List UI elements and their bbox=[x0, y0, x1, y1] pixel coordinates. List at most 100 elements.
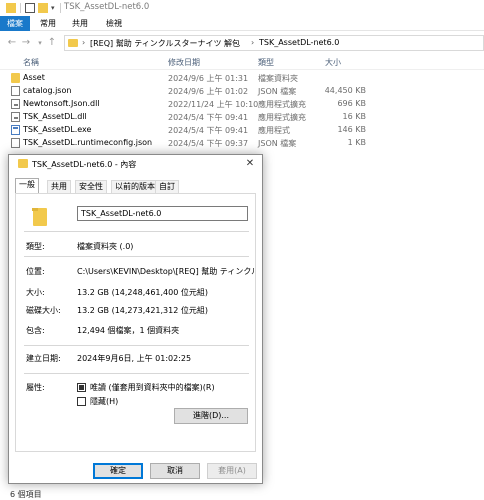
column-header-name[interactable]: 名稱 bbox=[23, 57, 39, 68]
size-value: 13.2 GB (14,248,461,400 位元組) bbox=[77, 288, 208, 297]
file-date: 2022/11/24 上午 10:10 bbox=[168, 100, 259, 109]
file-row[interactable]: TSK_AssetDL.dll 2024/5/4 下午 09:41 應用程式擴充… bbox=[0, 111, 484, 123]
address-bar[interactable]: › [REQ] 幫助 ティンクルスターナイツ 解包 › TSK_AssetDL-… bbox=[64, 35, 484, 51]
folder-icon bbox=[11, 73, 20, 83]
file-type: JSON 檔案 bbox=[258, 139, 297, 148]
forward-arrow-icon[interactable]: → bbox=[20, 37, 32, 49]
dialog-titlebar[interactable]: TSK_AssetDL-net6.0 - 內容 ✕ bbox=[9, 155, 262, 173]
recent-locations-icon[interactable]: ▾ bbox=[34, 37, 46, 49]
contains-label: 包含: bbox=[26, 326, 45, 335]
breadcrumb-current[interactable]: TSK_AssetDL-net6.0 bbox=[259, 38, 339, 47]
created-label: 建立日期: bbox=[26, 354, 61, 363]
advanced-button[interactable]: 進階(D)... bbox=[174, 408, 248, 424]
folder-icon bbox=[18, 159, 28, 168]
back-arrow-icon[interactable]: ← bbox=[6, 37, 18, 49]
folder-icon bbox=[68, 39, 78, 47]
type-value: 檔案資料夾 (.0) bbox=[77, 242, 134, 251]
dialog-title: TSK_AssetDL-net6.0 - 內容 bbox=[32, 160, 137, 169]
divider bbox=[24, 256, 249, 257]
size-label: 大小: bbox=[26, 288, 45, 297]
window-titlebar: ▾ TSK_AssetDL-net6.0 bbox=[0, 0, 484, 16]
tab-customize[interactable]: 自訂 bbox=[155, 180, 179, 193]
readonly-label[interactable]: 唯讀 (僅套用到資料夾中的檔案)(R) bbox=[90, 382, 215, 393]
file-size: 696 KB bbox=[337, 99, 366, 108]
window-title: TSK_AssetDL-net6.0 bbox=[64, 2, 150, 12]
tab-home[interactable]: 常用 bbox=[36, 16, 60, 31]
tab-sharing[interactable]: 共用 bbox=[47, 180, 71, 193]
close-icon[interactable]: ✕ bbox=[242, 156, 258, 172]
new-folder-icon[interactable] bbox=[38, 3, 48, 13]
chevron-right-icon[interactable]: › bbox=[82, 38, 85, 47]
column-header-size[interactable]: 大小 bbox=[325, 57, 341, 68]
properties-icon[interactable] bbox=[25, 3, 35, 13]
column-header-type[interactable]: 類型 bbox=[258, 57, 274, 68]
json-file-icon bbox=[11, 86, 20, 96]
apply-button[interactable]: 套用(A) bbox=[207, 463, 257, 479]
size-on-disk-value: 13.2 GB (14,273,421,312 位元組) bbox=[77, 306, 208, 315]
json-file-icon bbox=[11, 138, 20, 148]
location-value: C:\Users\KEVIN\Desktop\[REQ] 幫助 ティンクルスタ bbox=[77, 267, 255, 276]
type-label: 類型: bbox=[26, 242, 45, 251]
file-type: 檔案資料夾 bbox=[258, 74, 298, 83]
column-header-date[interactable]: 修改日期 bbox=[168, 57, 200, 68]
hidden-checkbox[interactable] bbox=[77, 397, 86, 406]
file-size: 44,450 KB bbox=[324, 86, 366, 95]
tab-view[interactable]: 檢視 bbox=[102, 16, 126, 31]
file-row[interactable]: catalog.json 2024/9/6 上午 01:02 JSON 檔案 4… bbox=[0, 85, 484, 97]
file-name: Newtonsoft.Json.dll bbox=[23, 99, 100, 108]
location-label: 位置: bbox=[26, 267, 45, 276]
file-row[interactable]: TSK_AssetDL.exe 2024/5/4 下午 09:41 應用程式 1… bbox=[0, 124, 484, 136]
file-name: TSK_AssetDL.dll bbox=[23, 112, 87, 121]
file-date: 2024/9/6 上午 01:02 bbox=[168, 87, 249, 96]
exe-file-icon bbox=[11, 125, 20, 135]
divider bbox=[0, 69, 484, 70]
tab-security[interactable]: 安全性 bbox=[75, 180, 107, 193]
folder-icon bbox=[6, 3, 16, 13]
file-name: TSK_AssetDL.runtimeconfig.json bbox=[23, 138, 153, 147]
file-row[interactable]: TSK_AssetDL.runtimeconfig.json 2024/5/4 … bbox=[0, 137, 484, 149]
size-on-disk-label: 磁碟大小: bbox=[26, 306, 61, 315]
file-date: 2024/5/4 下午 09:37 bbox=[168, 139, 249, 148]
divider bbox=[20, 3, 21, 13]
file-row[interactable]: Newtonsoft.Json.dll 2022/11/24 上午 10:10 … bbox=[0, 98, 484, 110]
tab-previous-versions[interactable]: 以前的版本 bbox=[111, 180, 159, 193]
tab-file[interactable]: 檔案 bbox=[0, 16, 30, 31]
general-panel: TSK_AssetDL-net6.0 類型: 檔案資料夾 (.0) 位置: C:… bbox=[15, 193, 256, 452]
tab-general[interactable]: 一般 bbox=[15, 178, 39, 193]
file-name: catalog.json bbox=[23, 86, 72, 95]
up-arrow-icon[interactable]: ↑ bbox=[46, 37, 58, 49]
properties-dialog: TSK_AssetDL-net6.0 - 內容 ✕ 一般 共用 安全性 以前的版… bbox=[8, 154, 263, 484]
divider bbox=[24, 231, 249, 232]
file-type: 應用程式 bbox=[258, 126, 290, 135]
attributes-label: 屬性: bbox=[26, 383, 45, 392]
contains-value: 12,494 個檔案，1 個資料夾 bbox=[77, 326, 180, 335]
chevron-right-icon[interactable]: › bbox=[251, 38, 254, 47]
divider bbox=[24, 373, 249, 374]
dll-file-icon bbox=[11, 112, 20, 122]
hidden-label[interactable]: 隱藏(H) bbox=[90, 396, 118, 407]
folder-name-input[interactable]: TSK_AssetDL-net6.0 bbox=[77, 206, 248, 221]
status-item-count: 6 個項目 bbox=[10, 490, 42, 499]
cancel-button[interactable]: 取消 bbox=[150, 463, 200, 479]
tab-share[interactable]: 共用 bbox=[68, 16, 92, 31]
divider bbox=[24, 345, 249, 346]
file-row[interactable]: Asset 2024/9/6 上午 01:31 檔案資料夾 bbox=[0, 72, 484, 84]
dll-file-icon bbox=[11, 99, 20, 109]
divider bbox=[60, 3, 61, 13]
file-date: 2024/5/4 下午 09:41 bbox=[168, 126, 249, 135]
readonly-checkbox[interactable] bbox=[77, 383, 86, 392]
folder-icon bbox=[32, 208, 47, 226]
breadcrumb-parent[interactable]: [REQ] 幫助 ティンクルスターナイツ 解包 bbox=[90, 38, 240, 49]
file-date: 2024/5/4 下午 09:41 bbox=[168, 113, 249, 122]
file-size: 16 KB bbox=[342, 112, 366, 121]
file-type: JSON 檔案 bbox=[258, 87, 297, 96]
file-type: 應用程式擴充 bbox=[258, 100, 306, 109]
file-name: TSK_AssetDL.exe bbox=[23, 125, 92, 134]
file-size: 146 KB bbox=[337, 125, 366, 134]
file-date: 2024/9/6 上午 01:31 bbox=[168, 74, 249, 83]
created-value: 2024年9月6日, 上午 01:02:25 bbox=[77, 354, 192, 363]
navigation-bar: ← → ▾ ↑ › [REQ] 幫助 ティンクルスターナイツ 解包 › TSK_… bbox=[0, 32, 484, 54]
ribbon-tabs: 檔案 常用 共用 檢視 bbox=[0, 16, 484, 31]
ok-button[interactable]: 確定 bbox=[93, 463, 143, 479]
file-name: Asset bbox=[23, 73, 45, 82]
